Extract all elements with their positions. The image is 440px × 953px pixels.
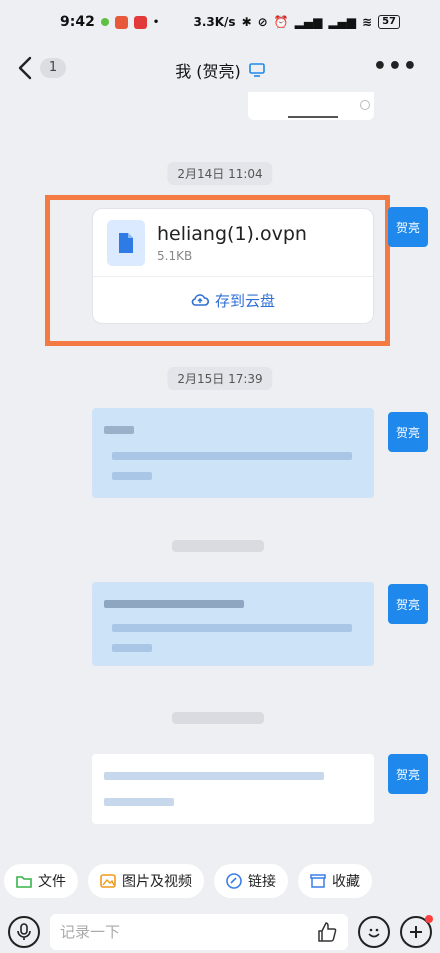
emoji-button[interactable] xyxy=(358,915,390,948)
app-notification-icon-2 xyxy=(133,15,147,29)
save-to-cloud-button[interactable]: 存到云盘 xyxy=(93,277,373,323)
link-chip[interactable]: 链接 xyxy=(214,864,288,898)
smiley-icon xyxy=(368,928,380,937)
file-thumb xyxy=(107,219,145,266)
blurred-text xyxy=(112,644,152,652)
folder-icon xyxy=(16,876,32,888)
more-menu-button[interactable]: ••• xyxy=(373,54,418,79)
message-bubble[interactable] xyxy=(92,408,374,498)
file-message-card[interactable]: heliang(1).ovpn 5.1KB 存到云盘 xyxy=(92,208,374,324)
input-placeholder: 记录一下 xyxy=(60,923,121,941)
blurred-text xyxy=(112,472,152,480)
mute-icon: ⊘ xyxy=(257,15,268,29)
device-monitor-icon[interactable] xyxy=(248,63,265,77)
media-chip[interactable]: 图片及视频 xyxy=(88,864,204,898)
blurred-text xyxy=(112,452,352,460)
plus-icon xyxy=(410,925,422,938)
avatar[interactable]: 贺亮 xyxy=(388,584,428,624)
blurred-text xyxy=(112,624,352,632)
cloud-icon xyxy=(191,294,209,306)
file-name: heliang(1).ovpn xyxy=(157,222,307,245)
previous-message-card[interactable] xyxy=(248,92,374,120)
avatar[interactable]: 贺亮 xyxy=(388,207,428,247)
signal-icon: ▂▄▆ xyxy=(294,15,323,29)
message-bubble[interactable] xyxy=(92,582,374,666)
timestamp-1: 2月14日 11:04 xyxy=(167,162,273,185)
card-divider xyxy=(288,116,338,118)
battery-icon: 57 xyxy=(378,15,400,29)
avatar[interactable]: 贺亮 xyxy=(388,754,428,794)
image-icon xyxy=(100,874,116,888)
notification-icon xyxy=(100,18,109,26)
blurred-text xyxy=(104,600,244,608)
card-corner-icon xyxy=(360,100,370,110)
timestamp-3 xyxy=(172,540,264,552)
favorites-chip[interactable]: 收藏 xyxy=(298,864,372,898)
alarm-icon: ⏰ xyxy=(273,15,289,29)
blurred-text xyxy=(104,426,134,434)
timestamp-2: 2月15日 17:39 xyxy=(167,367,273,390)
input-bar: 记录一下 xyxy=(0,910,440,953)
message-input[interactable]: 记录一下 xyxy=(50,913,348,950)
voice-button[interactable] xyxy=(8,915,40,948)
link-icon xyxy=(226,873,242,889)
app-notification-icon xyxy=(114,15,128,29)
file-chip[interactable]: 文件 xyxy=(4,864,78,898)
microphone-icon xyxy=(17,922,31,940)
file-info[interactable]: heliang(1).ovpn 5.1KB xyxy=(93,209,373,277)
message-bubble[interactable] xyxy=(92,754,374,824)
avatar[interactable]: 贺亮 xyxy=(388,412,428,452)
signal-icon-2: ▂▄▆ xyxy=(328,15,357,29)
timestamp-4 xyxy=(172,712,264,724)
media-chip-label: 图片及视频 xyxy=(122,874,192,890)
network-speed: 3.3K/s xyxy=(193,15,236,29)
quick-actions: 文件 图片及视频 链接 收藏 xyxy=(0,864,440,900)
status-bar: 9:42 • 3.3K/s ✱ ⊘ ⏰ ▂▄▆ ▂▄▆ ≋ 57 xyxy=(0,0,440,44)
new-indicator-dot xyxy=(425,914,433,923)
page-title: 我 (贺亮) xyxy=(175,62,241,81)
wifi-icon: ≋ xyxy=(362,15,373,29)
add-button[interactable] xyxy=(400,914,433,948)
favorites-chip-label: 收藏 xyxy=(332,874,360,890)
thumbs-up-icon[interactable] xyxy=(316,921,338,943)
save-to-cloud-label: 存到云盘 xyxy=(214,291,275,310)
file-size: 5.1KB xyxy=(157,248,193,263)
nav-bar: 1 我 (贺亮) ••• xyxy=(0,46,440,92)
blurred-text xyxy=(104,798,174,806)
box-icon xyxy=(310,874,326,888)
more-notifications-dot: • xyxy=(152,16,160,28)
file-chip-label: 文件 xyxy=(38,874,66,890)
bluetooth-icon: ✱ xyxy=(241,15,252,29)
document-icon xyxy=(119,232,133,253)
blurred-text xyxy=(104,772,324,780)
status-time: 9:42 xyxy=(60,14,95,30)
link-chip-label: 链接 xyxy=(248,874,276,890)
